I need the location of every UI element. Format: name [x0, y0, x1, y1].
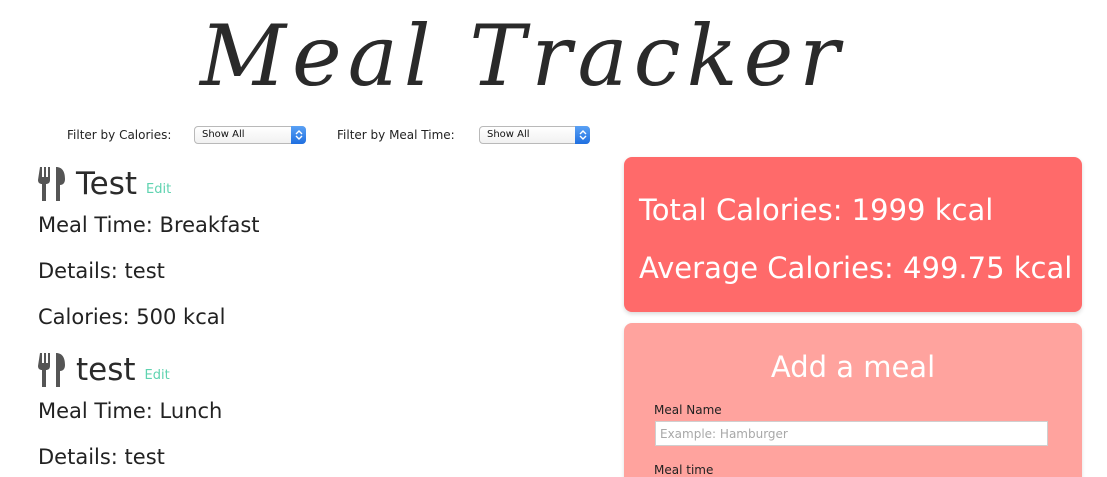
meal-time: Meal Time: Breakfast	[38, 213, 260, 237]
meal-name-label: Meal Name	[654, 403, 722, 417]
meal-name-input[interactable]	[655, 421, 1048, 446]
meal-item: test Edit Meal Time: Lunch Details: test	[38, 346, 598, 477]
fork-knife-icon	[38, 167, 65, 201]
total-calories: Total Calories: 1999 kcal	[639, 193, 994, 227]
filter-calories-select[interactable]: Show All	[194, 126, 306, 144]
meal-item: Test Edit Meal Time: Breakfast Details: …	[38, 160, 598, 346]
meal-edit-link[interactable]: Edit	[146, 182, 171, 197]
stats-card: Total Calories: 1999 kcal Average Calori…	[624, 157, 1082, 312]
page: Meal Tracker Filter by Calories: Show Al…	[0, 0, 1107, 477]
fork-knife-icon	[38, 353, 65, 387]
meal-header: test Edit	[38, 346, 598, 394]
app-title: Meal Tracker	[200, 7, 846, 105]
meal-list: Test Edit Meal Time: Breakfast Details: …	[38, 160, 598, 477]
filter-mealtime-select[interactable]: Show All	[479, 126, 590, 144]
filter-calories-value: Show All	[202, 129, 245, 140]
meal-time-label: Meal time	[654, 463, 714, 477]
chevron-updown-icon	[291, 126, 306, 144]
meal-name: Test	[76, 166, 138, 202]
add-meal-title: Add a meal	[770, 350, 936, 384]
meal-calories: Calories: 500 kcal	[38, 305, 226, 329]
filter-calories-label: Filter by Calories:	[67, 128, 172, 142]
average-calories: Average Calories: 499.75 kcal	[639, 251, 1073, 285]
meal-name: test	[76, 352, 136, 388]
meal-header: Test Edit	[38, 160, 598, 208]
filter-mealtime-value: Show All	[487, 129, 530, 140]
add-meal-form: Add a meal Meal Name Meal time	[624, 323, 1082, 477]
meal-details: Details: test	[38, 445, 165, 469]
chevron-updown-icon	[575, 126, 590, 144]
meal-edit-link[interactable]: Edit	[145, 368, 170, 383]
meal-time: Meal Time: Lunch	[38, 399, 223, 423]
meal-details: Details: test	[38, 259, 165, 283]
filter-mealtime-label: Filter by Meal Time:	[337, 128, 455, 142]
